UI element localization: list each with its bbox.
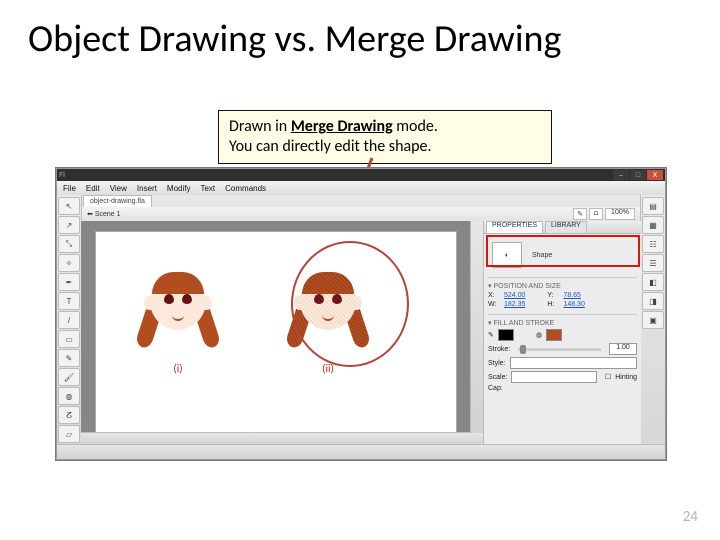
brush-tool-icon[interactable]: 🖌 [58, 368, 80, 386]
stage-area: (i) (ii) [81, 221, 483, 445]
stroke-value[interactable]: 1.00 [609, 343, 637, 355]
text-tool-icon[interactable]: T [58, 292, 80, 310]
section-fill-stroke: FILL AND STROKE [494, 320, 555, 327]
label-i: (i) [142, 362, 214, 375]
stroke-slider[interactable] [518, 348, 601, 351]
callout-text-suffix: mode. [393, 117, 438, 136]
scale-label: Scale: [488, 374, 507, 381]
menu-bar: File Edit View Insert Modify Text Comman… [57, 181, 665, 196]
zoom-field[interactable]: 100% [605, 208, 635, 220]
library-panel-icon[interactable]: ▣ [642, 311, 664, 329]
annotation-circle [291, 241, 409, 367]
window-minimize-button[interactable]: – [613, 170, 629, 180]
menu-text[interactable]: Text [200, 184, 215, 193]
window-maximize-button[interactable]: □ [630, 170, 646, 180]
eyedropper-tool-icon[interactable]: ⵒ [58, 406, 80, 424]
tab-properties[interactable]: PROPERTIES [486, 221, 543, 233]
stroke-label: Stroke: [488, 346, 510, 353]
prop-x-value[interactable]: 524.00 [504, 292, 525, 299]
pen-tool-icon[interactable]: ✒ [58, 273, 80, 291]
window-titlebar: Fl – □ X [57, 169, 665, 181]
panel-icon[interactable]: ▤ [642, 197, 664, 215]
window-close-button[interactable]: X [647, 170, 663, 180]
rectangle-tool-icon[interactable]: ▭ [58, 330, 80, 348]
transform-panel-icon[interactable]: ◨ [642, 292, 664, 310]
prop-y-value[interactable]: 78.65 [563, 292, 581, 299]
align-panel-icon[interactable]: ☰ [642, 254, 664, 272]
chevron-down-icon[interactable]: ▾ [488, 319, 492, 327]
style-label: Style: [488, 360, 506, 367]
menu-view[interactable]: View [110, 184, 127, 193]
menu-commands[interactable]: Commands [225, 184, 266, 193]
cap-label: Cap: [488, 385, 503, 392]
edit-symbol-icon[interactable]: ⩍ [589, 208, 603, 220]
face-drawing-i: (i) [142, 262, 214, 358]
section-position-size: POSITION AND SIZE [494, 283, 561, 290]
chevron-down-icon[interactable]: ▾ [488, 282, 492, 290]
eraser-tool-icon[interactable]: ▱ [58, 425, 80, 443]
page-number: 24 [683, 508, 698, 526]
style-dropdown[interactable] [510, 357, 637, 369]
hinting-label: Hinting [615, 374, 637, 381]
flash-app-window: Fl – □ X File Edit View Insert Modify Te… [56, 168, 666, 460]
properties-panel: PROPERTIES LIBRARY ◐ Shape ▾POSITION AND… [483, 221, 641, 445]
callout-mode: Merge Drawing [291, 117, 393, 136]
stroke-color-swatch[interactable] [498, 329, 514, 341]
swatches-panel-icon[interactable]: ☷ [642, 235, 664, 253]
fill-color-swatch[interactable] [546, 329, 562, 341]
callout-box: Drawn in Merge Drawing mode. You can dir… [218, 110, 552, 164]
scene-label: ⬅ Scene 1 [87, 210, 121, 218]
callout-text-prefix: Drawn in [229, 117, 291, 136]
prop-h-value[interactable]: 148.30 [563, 301, 584, 308]
info-panel-icon[interactable]: ◧ [642, 273, 664, 291]
status-bar [57, 444, 665, 459]
pencil-tool-icon[interactable]: ✎ [58, 349, 80, 367]
line-tool-icon[interactable]: / [58, 311, 80, 329]
menu-file[interactable]: File [63, 184, 76, 193]
subselect-tool-icon[interactable]: ↗ [58, 216, 80, 234]
vertical-scrollbar[interactable] [470, 221, 483, 433]
scene-bar: ⬅ Scene 1 ✎ ⩍ 100% [81, 207, 641, 222]
tab-library[interactable]: LIBRARY [545, 221, 587, 233]
menu-edit[interactable]: Edit [86, 184, 100, 193]
selection-tool-icon[interactable]: ↖ [58, 197, 80, 215]
free-transform-tool-icon[interactable]: ⤡ [58, 235, 80, 253]
prop-w-value[interactable]: 182.35 [504, 301, 525, 308]
color-panel-icon[interactable]: ▦ [642, 216, 664, 234]
annotation-highlight-box [486, 235, 640, 267]
slide-title: Object Drawing vs. Merge Drawing [28, 16, 561, 62]
menu-modify[interactable]: Modify [167, 184, 191, 193]
right-toolbar: ▤ ▦ ☷ ☰ ◧ ◨ ▣ [640, 195, 665, 445]
pencil-icon: ✎ [488, 331, 494, 339]
callout-line2: You can directly edit the shape. [229, 137, 432, 156]
menu-insert[interactable]: Insert [137, 184, 157, 193]
scale-dropdown[interactable] [511, 371, 596, 383]
lasso-tool-icon[interactable]: ✧ [58, 254, 80, 272]
paint-bucket-tool-icon[interactable]: ◍ [58, 387, 80, 405]
tools-panel: ↖ ↗ ⤡ ✧ ✒ T / ▭ ✎ 🖌 ◍ ⵒ ▱ [57, 195, 82, 445]
bucket-icon: ◍ [536, 331, 542, 339]
edit-scene-icon[interactable]: ✎ [573, 208, 587, 220]
document-tab[interactable]: object-drawing.fla [83, 195, 152, 207]
